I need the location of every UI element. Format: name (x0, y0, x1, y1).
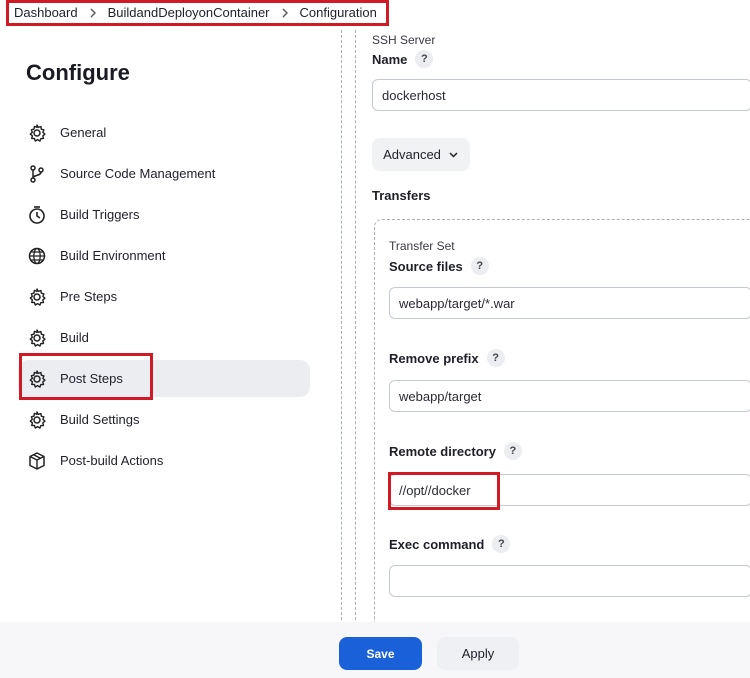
advanced-label: Advanced (383, 147, 441, 162)
remote-directory-input[interactable] (389, 474, 750, 506)
sidebar-item-post-build-actions[interactable]: Post-build Actions (18, 442, 310, 479)
gear-icon (27, 410, 47, 430)
page-title: Configure (26, 60, 130, 85)
transfers-label: Transfers (372, 188, 431, 203)
gear-icon (27, 287, 47, 307)
sidebar-item-label: Build Settings (60, 412, 140, 427)
exec-command-label-text: Exec command (389, 536, 485, 552)
globe-icon (27, 246, 47, 266)
sidebar-item-label: Build (60, 330, 89, 345)
source-files-label-text: Source files (389, 258, 463, 274)
clock-icon (27, 205, 47, 225)
sidebar-item-label: Build Triggers (60, 207, 140, 222)
sidebar-item-label: Post-build Actions (60, 453, 164, 468)
help-icon[interactable]: ? (486, 349, 505, 367)
breadcrumb-job[interactable]: BuildandDeployonContainer (108, 5, 270, 20)
sidebar-item-label: Pre Steps (60, 289, 118, 304)
sidebar-item-general[interactable]: General (18, 114, 310, 151)
sidebar-item-build-settings[interactable]: Build Settings (18, 401, 310, 438)
help-icon[interactable]: ? (492, 535, 511, 553)
gear-icon (27, 369, 47, 389)
sidebar-item-source-code-management[interactable]: Source Code Management (18, 155, 310, 192)
remove-prefix-input[interactable] (389, 380, 750, 412)
help-icon[interactable]: ? (503, 442, 522, 460)
breadcrumb-dashboard[interactable]: Dashboard (14, 5, 78, 20)
sidebar-item-build[interactable]: Build (18, 319, 310, 356)
source-files-input[interactable] (389, 287, 750, 319)
source-files-label: Source files ? (389, 257, 489, 275)
remove-prefix-label-text: Remove prefix (389, 350, 479, 366)
chevron-right-icon (278, 6, 292, 20)
breadcrumb: Dashboard BuildandDeployonContainer Conf… (0, 0, 387, 25)
remote-directory-label: Remote directory ? (389, 442, 522, 460)
name-label-text: Name (372, 51, 408, 67)
sidebar-item-label: Build Environment (60, 248, 166, 263)
sidebar-item-label: Source Code Management (60, 166, 216, 181)
exec-command-input[interactable] (389, 565, 750, 597)
gear-icon (27, 328, 47, 348)
sidebar-item-build-triggers[interactable]: Build Triggers (18, 196, 310, 233)
branch-icon (27, 164, 47, 184)
exec-command-label: Exec command ? (389, 535, 511, 553)
package-icon (27, 451, 47, 471)
sidebar-item-build-environment[interactable]: Build Environment (18, 237, 310, 274)
gear-icon (27, 123, 47, 143)
help-icon[interactable]: ? (470, 257, 489, 275)
remote-directory-label-text: Remote directory (389, 443, 496, 459)
transfer-set-label: Transfer Set (389, 239, 455, 253)
save-button[interactable]: Save (339, 637, 422, 670)
breadcrumb-configuration[interactable]: Configuration (300, 5, 377, 20)
section-divider (355, 30, 375, 630)
sidebar-item-label: Post Steps (60, 371, 123, 386)
sidebar-item-pre-steps[interactable]: Pre Steps (18, 278, 310, 315)
sidebar-item-label: General (60, 125, 107, 140)
sidebar-nav: General Source Code Management Build Tri… (18, 114, 310, 483)
help-icon[interactable]: ? (415, 50, 434, 68)
chevron-right-icon (86, 6, 100, 20)
ssh-server-label: SSH Server (372, 33, 436, 47)
name-label: Name ? (372, 50, 434, 68)
chevron-down-icon (448, 149, 459, 160)
apply-button[interactable]: Apply (437, 637, 519, 670)
advanced-button[interactable]: Advanced (372, 138, 470, 171)
ssh-server-name-input[interactable] (372, 79, 750, 111)
sidebar-item-post-steps[interactable]: Post Steps (18, 360, 310, 397)
remove-prefix-label: Remove prefix ? (389, 349, 505, 367)
